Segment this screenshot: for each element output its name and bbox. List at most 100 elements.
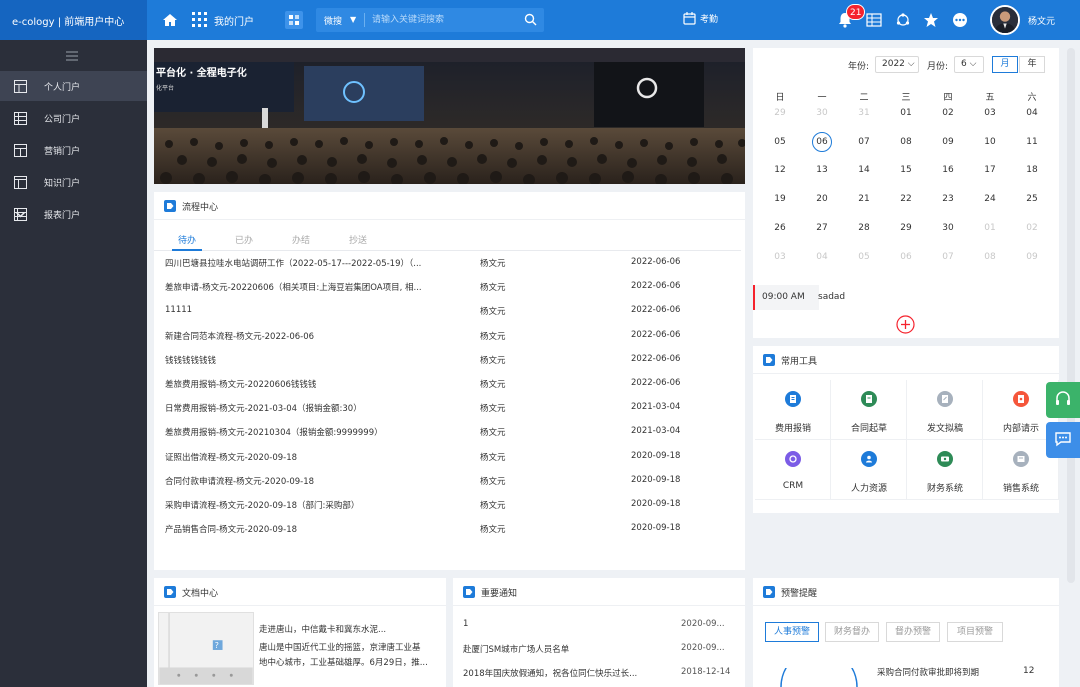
calendar-day[interactable]: 15 xyxy=(891,165,921,175)
calendar-day[interactable]: 03 xyxy=(975,108,1005,118)
year-select[interactable]: 2022 ⌵ xyxy=(875,56,919,73)
tool-hr[interactable]: 人力资源 xyxy=(831,440,907,500)
sidebar-item-knowledge-portal[interactable]: 知识门户 xyxy=(0,167,147,197)
sidebar-item-report-portal[interactable]: 报表门户 xyxy=(0,199,147,229)
calendar-day[interactable]: 07 xyxy=(933,252,963,262)
calendar-day[interactable]: 31 xyxy=(849,108,879,118)
sidebar-item-personal-portal[interactable]: 个人门户 xyxy=(0,71,147,101)
calendar-day[interactable]: 01 xyxy=(891,108,921,118)
calendar-day[interactable]: 03 xyxy=(765,252,795,262)
chat-button[interactable] xyxy=(1046,422,1080,458)
calendar-day[interactable]: 20 xyxy=(807,194,837,204)
table-row[interactable]: 产品销售合同-杨文元-2020-09-18 杨文元 2020-09-18 xyxy=(154,520,745,544)
document-headline[interactable]: 走进唐山，中信戴卡和冀东水泥... xyxy=(259,623,386,635)
calendar-day[interactable]: 09 xyxy=(1017,252,1047,262)
my-portal-menu[interactable]: 我的门户 xyxy=(214,13,254,28)
tab-finished[interactable]: 办结 xyxy=(292,233,310,246)
avatar[interactable] xyxy=(990,5,1020,35)
notice-row[interactable]: 1 2020-09... xyxy=(463,615,743,639)
calendar-day[interactable]: 07 xyxy=(849,137,879,147)
notice-row[interactable]: 赴厦门SM城市广场人员名单 2020-09... xyxy=(463,639,743,663)
calendar-day[interactable]: 17 xyxy=(975,165,1005,175)
tool-finance[interactable]: 财务系统 xyxy=(907,440,983,500)
calendar-day[interactable]: 16 xyxy=(933,165,963,175)
year-view-button[interactable]: 年 xyxy=(1019,56,1045,73)
table-row[interactable]: 11111 杨文元 2022-06-06 xyxy=(154,302,745,326)
calendar-day[interactable]: 10 xyxy=(975,137,1005,147)
tab-cc[interactable]: 抄送 xyxy=(349,233,367,246)
sidebar-item-marketing-portal[interactable]: 营销门户 xyxy=(0,135,147,165)
search-icon[interactable] xyxy=(524,13,537,26)
star-icon[interactable] xyxy=(923,12,939,28)
table-row[interactable]: 新建合同范本流程-杨文元-2022-06-06 杨文元 2022-06-06 xyxy=(154,327,745,351)
calendar-day[interactable]: 01 xyxy=(975,223,1005,233)
alert-item-title[interactable]: 采购合同付款审批即将到期 xyxy=(877,666,979,678)
month-view-button[interactable]: 月 xyxy=(992,56,1018,73)
search-input[interactable] xyxy=(372,12,512,28)
calendar-day[interactable]: 05 xyxy=(849,252,879,262)
chevron-down-icon[interactable] xyxy=(14,208,27,221)
tool-contract[interactable]: 合同起草 xyxy=(831,380,907,440)
calendar-day[interactable]: 27 xyxy=(807,223,837,233)
calendar-day[interactable]: 06 xyxy=(891,252,921,262)
table-row[interactable]: 日常费用报销-杨文元-2021-03-04（报销金额:30） 杨文元 2021-03… xyxy=(154,399,745,423)
calendar-day[interactable]: 09 xyxy=(933,137,963,147)
calendar-day[interactable]: 24 xyxy=(975,194,1005,204)
calendar-day[interactable]: 25 xyxy=(1017,194,1047,204)
table-row[interactable]: 四川巴塘县拉哇水电站调研工作（2022-05-17---2022-05-19）（… xyxy=(154,254,745,278)
banner-image[interactable]: 平台化 · 全程电子化 化平台 xyxy=(154,48,745,184)
user-name[interactable]: 杨文元 xyxy=(1028,14,1055,27)
tool-crm[interactable]: CRM xyxy=(755,440,831,500)
brand-title[interactable]: e-cology | 前端用户中心 xyxy=(0,0,147,40)
calendar-day[interactable]: 13 xyxy=(807,165,837,175)
calendar-day[interactable]: 18 xyxy=(1017,165,1047,175)
calendar-day[interactable]: 06 xyxy=(807,137,837,147)
tool-expense[interactable]: 费用报销 xyxy=(755,380,831,440)
share-icon[interactable] xyxy=(895,12,911,28)
calendar-day[interactable]: 19 xyxy=(765,194,795,204)
notice-row[interactable]: 2018年国庆放假通知，祝各位同仁快乐过长... 2018-12-14 xyxy=(463,663,743,687)
workspace-icon[interactable] xyxy=(285,11,303,29)
table-grid-icon[interactable] xyxy=(866,12,882,28)
calendar-day[interactable]: 04 xyxy=(1017,108,1047,118)
table-row[interactable]: 采购申请流程-杨文元-2020-09-18（部门:采购部） 杨文元 2020-09-… xyxy=(154,496,745,520)
tab-todo[interactable]: 待办 xyxy=(178,233,196,246)
table-row[interactable]: 钱钱钱钱钱钱 杨文元 2022-06-06 xyxy=(154,351,745,375)
document-thumbnail[interactable]: ? xyxy=(158,612,254,685)
calendar-day[interactable]: 08 xyxy=(975,252,1005,262)
tab-finance-supervision[interactable]: 财务督办 xyxy=(825,622,879,642)
customer-service-button[interactable] xyxy=(1046,382,1080,418)
tab-project-alerts[interactable]: 项目预警 xyxy=(947,622,1003,642)
event-title[interactable]: sadad xyxy=(818,292,845,302)
tab-supervision-alerts[interactable]: 督办预警 xyxy=(886,622,940,642)
apps-grid-icon[interactable] xyxy=(192,12,207,27)
month-select[interactable]: 6 ⌵ xyxy=(954,56,984,73)
attendance-button[interactable]: 考勤 xyxy=(683,12,718,25)
calendar-day[interactable]: 21 xyxy=(849,194,879,204)
more-icon[interactable] xyxy=(952,12,968,28)
calendar-day[interactable]: 28 xyxy=(849,223,879,233)
calendar-day[interactable]: 02 xyxy=(933,108,963,118)
table-row[interactable]: 差旅费用报销-杨文元-20220606钱钱钱 杨文元 2022-06-06 xyxy=(154,375,745,399)
calendar-day[interactable]: 30 xyxy=(807,108,837,118)
calendar-day[interactable]: 11 xyxy=(1017,137,1047,147)
scrollbar[interactable] xyxy=(1067,48,1075,583)
calendar-day[interactable]: 29 xyxy=(765,108,795,118)
collapse-menu-icon[interactable] xyxy=(66,51,78,61)
calendar-day[interactable]: 08 xyxy=(891,137,921,147)
table-row[interactable]: 差旅费用报销-杨文元-20210304（报销金额:9999999） 杨文元 2021… xyxy=(154,423,745,447)
calendar-day[interactable]: 29 xyxy=(891,223,921,233)
calendar-day[interactable]: 14 xyxy=(849,165,879,175)
home-icon[interactable] xyxy=(162,12,178,28)
calendar-day[interactable]: 02 xyxy=(1017,223,1047,233)
sidebar-item-company-portal[interactable]: 公司门户 xyxy=(0,103,147,133)
calendar-day[interactable]: 26 xyxy=(765,223,795,233)
chevron-down-icon[interactable]: ▼ xyxy=(350,15,356,24)
calendar-day[interactable]: 22 xyxy=(891,194,921,204)
tool-draft[interactable]: 发文拟稿 xyxy=(907,380,983,440)
calendar-day[interactable]: 23 xyxy=(933,194,963,204)
event-item[interactable]: 09:00 AM xyxy=(753,285,819,310)
add-event-icon[interactable] xyxy=(896,315,915,334)
tab-hr-alerts[interactable]: 人事预警 xyxy=(765,622,819,642)
table-row[interactable]: 证照出借流程-杨文元-2020-09-18 杨文元 2020-09-18 xyxy=(154,448,745,472)
